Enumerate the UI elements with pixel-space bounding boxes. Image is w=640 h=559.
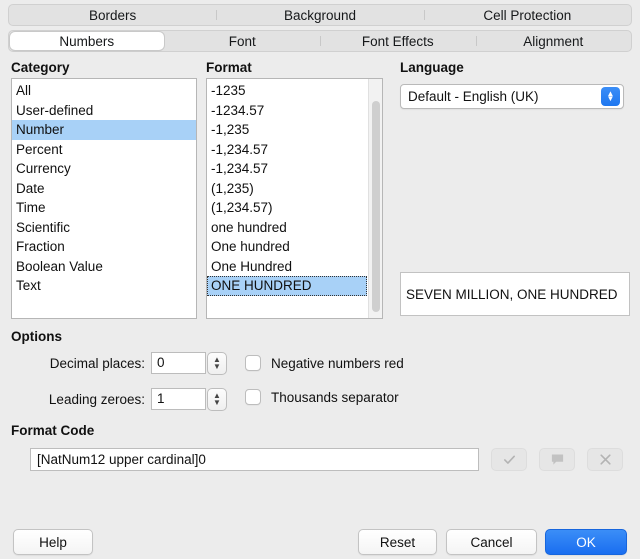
list-item[interactable]: Fraction (12, 237, 196, 257)
help-button[interactable]: Help (13, 529, 93, 555)
list-item[interactable]: One hundred (207, 237, 367, 257)
list-item[interactable]: (1,234.57) (207, 198, 367, 218)
list-item[interactable]: -1,235 (207, 120, 367, 140)
comment-icon (551, 454, 563, 465)
format-code-label: Format Code (11, 423, 95, 438)
list-item[interactable]: Scientific (12, 218, 196, 238)
negative-numbers-red-label: Negative numbers red (271, 355, 404, 371)
format-preview-text: SEVEN MILLION, ONE HUNDRED (406, 286, 618, 302)
tab-background[interactable]: Background (216, 6, 422, 24)
format-item-list: -1235 -1234.57 -1,235 -1,234.57 -1,234.57 (1,… (207, 79, 367, 296)
list-item[interactable]: One Hundred (207, 257, 367, 277)
list-item[interactable]: -1235 (207, 81, 367, 101)
category-item-list: All User-defined Number Percent Currency Date… (12, 79, 196, 296)
format-code-input[interactable]: [NatNum12 upper cardinal]0 (30, 448, 479, 471)
tab-alignment[interactable]: Alignment (475, 32, 631, 50)
format-listbox[interactable]: -1235 -1234.57 -1,235 -1,234.57 -1,234.57 (1,… (206, 78, 383, 319)
tab-font[interactable]: Font (166, 32, 320, 50)
tab-numbers[interactable]: Numbers (10, 32, 164, 50)
chevron-up-down-icon[interactable]: ▲ ▼ (601, 87, 620, 106)
format-list-scrollbar[interactable] (368, 79, 382, 318)
ok-button-label: OK (576, 534, 596, 550)
list-item[interactable]: Time (12, 198, 196, 218)
tab-borders[interactable]: Borders (10, 6, 215, 24)
tab-font-effects-label: Font Effects (361, 33, 434, 49)
tab-alignment-label: Alignment (523, 33, 584, 49)
reset-button[interactable]: Reset (358, 529, 437, 555)
tab-row-secondary: Numbers Font Font Effects Alignment (8, 30, 632, 52)
tab-cell-protection-label: Cell Protection (483, 7, 572, 23)
negative-numbers-red-checkbox[interactable]: Negative numbers red (245, 355, 404, 371)
decimal-places-stepper[interactable]: ▲ ▼ (207, 352, 227, 375)
checkbox-box[interactable] (245, 355, 261, 371)
list-item[interactable]: Boolean Value (12, 257, 196, 277)
list-item[interactable]: ONE HUNDRED (207, 276, 367, 296)
list-item[interactable]: Percent (12, 140, 196, 160)
options-label: Options (11, 329, 62, 344)
thousands-separator-checkbox[interactable]: Thousands separator (245, 389, 399, 405)
language-dropdown-value: Default - English (UK) (408, 89, 539, 104)
add-comment-button[interactable] (539, 448, 575, 471)
tab-font-effects[interactable]: Font Effects (320, 32, 475, 50)
thousands-separator-label: Thousands separator (271, 389, 399, 405)
ok-button[interactable]: OK (545, 529, 627, 555)
tab-background-label: Background (283, 7, 357, 23)
leading-zeroes-input[interactable]: 1 (151, 388, 206, 410)
chevron-down-glyph: ▼ (606, 94, 615, 103)
checkbox-box[interactable] (245, 389, 261, 405)
help-button-label: Help (39, 534, 67, 550)
list-item[interactable]: -1,234.57 (207, 140, 367, 160)
remove-format-button[interactable] (587, 448, 623, 471)
accept-format-button[interactable] (491, 448, 527, 471)
language-label: Language (400, 60, 464, 75)
list-item[interactable]: Text (12, 276, 196, 296)
tab-cell-protection[interactable]: Cell Protection (423, 6, 630, 24)
category-label: Category (11, 60, 70, 75)
tab-row-primary: Borders Background Cell Protection (8, 4, 632, 26)
list-item[interactable]: -1234.57 (207, 101, 367, 121)
tab-borders-label: Borders (89, 7, 137, 23)
decimal-places-input[interactable]: 0 (151, 352, 206, 374)
close-icon (599, 454, 611, 465)
cancel-button-label: Cancel (470, 534, 513, 550)
stepper-down-icon[interactable]: ▼ (208, 363, 226, 371)
category-listbox[interactable]: All User-defined Number Percent Currency Date… (11, 78, 197, 319)
list-item[interactable]: Date (12, 179, 196, 199)
stepper-down-icon[interactable]: ▼ (208, 399, 226, 407)
cancel-button[interactable]: Cancel (446, 529, 537, 555)
tab-font-label: Font (228, 33, 256, 49)
format-label: Format (206, 60, 252, 75)
list-item[interactable]: Number (12, 120, 196, 140)
format-list-scrollbar-thumb[interactable] (372, 101, 380, 312)
list-item[interactable]: Currency (12, 159, 196, 179)
format-preview-box: SEVEN MILLION, ONE HUNDRED (400, 272, 630, 316)
list-item[interactable]: (1,235) (207, 179, 367, 199)
list-item[interactable]: one hundred (207, 218, 367, 238)
decimal-places-label: Decimal places: (49, 356, 145, 371)
check-icon (503, 455, 515, 464)
language-dropdown[interactable]: Default - English (UK) ▲ ▼ (400, 84, 624, 109)
list-item[interactable]: User-defined (12, 101, 196, 121)
list-item[interactable]: -1,234.57 (207, 159, 367, 179)
reset-button-label: Reset (379, 534, 416, 550)
list-item[interactable]: All (12, 81, 196, 101)
leading-zeroes-stepper[interactable]: ▲ ▼ (207, 388, 227, 411)
leading-zeroes-label: Leading zeroes: (48, 392, 145, 407)
tab-numbers-label: Numbers (59, 33, 115, 49)
